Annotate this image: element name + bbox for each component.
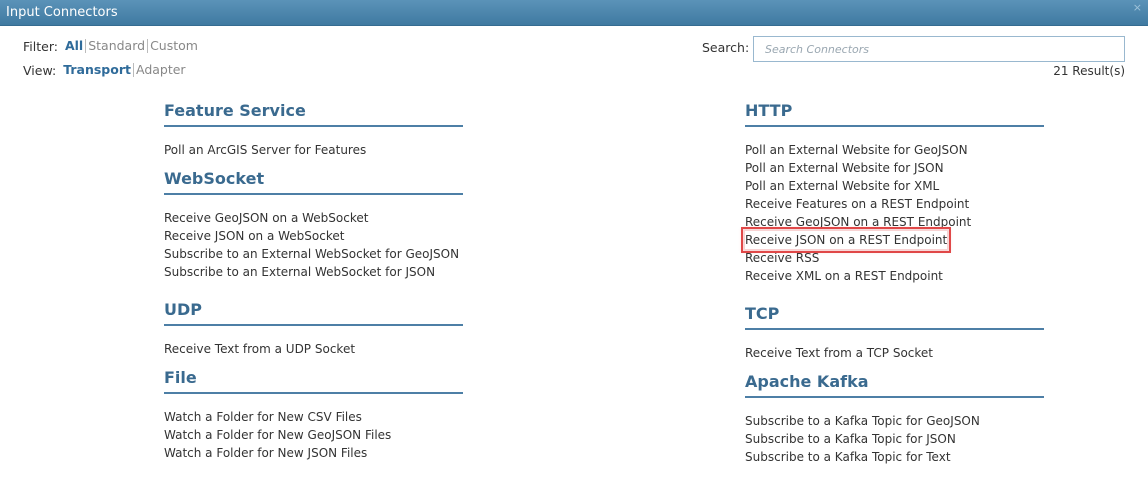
group-http: HTTP Poll an External Website for GeoJSO… [740,101,1065,285]
window-title: Input Connectors [6,5,118,20]
view-label: View: [23,62,57,78]
group-udp: UDP Receive Text from a UDP Socket [164,300,484,358]
group-apache-kafka: Apache Kafka Subscribe to a Kafka Topic … [745,372,1065,466]
search-label: Search: [702,40,750,55]
close-icon[interactable]: × [1133,1,1142,15]
connector-item[interactable]: Subscribe to a Kafka Topic for Text [745,448,951,466]
connector-item[interactable]: Receive RSS [745,249,819,267]
connector-item[interactable]: Poll an External Website for JSON [745,159,944,177]
group-items: Receive GeoJSON on a WebSocket Receive J… [164,209,484,281]
connector-item[interactable]: Poll an ArcGIS Server for Features [164,141,366,159]
connector-item[interactable]: Receive GeoJSON on a WebSocket [164,209,368,227]
group-feature-service: Feature Service Poll an ArcGIS Server fo… [164,101,484,159]
group-title: HTTP [745,101,1044,127]
group-items: Poll an External Website for GeoJSON Pol… [740,141,1065,285]
connector-item[interactable]: Receive Features on a REST Endpoint [745,195,969,213]
group-title: WebSocket [164,169,463,195]
filter-option-all[interactable]: All [63,39,85,53]
connector-item[interactable]: Subscribe to an External WebSocket for G… [164,245,459,263]
group-title: TCP [745,304,1044,330]
filter-label: Filter: [23,38,58,54]
group-file: File Watch a Folder for New CSV Files Wa… [164,368,484,462]
result-count: 21 Result(s) [1053,64,1125,78]
connector-column-left: Feature Service Poll an ArcGIS Server fo… [164,101,484,462]
connector-item[interactable]: Receive JSON on a WebSocket [164,227,344,245]
group-title: File [164,368,463,394]
search-input[interactable] [753,36,1125,62]
group-title: Apache Kafka [745,372,1044,398]
connector-item[interactable]: Receive XML on a REST Endpoint [745,267,943,285]
filter-option-custom[interactable]: Custom [147,39,200,53]
filter-option-standard[interactable]: Standard [85,39,147,53]
view-row: View: Transport Adapter [23,62,188,78]
connector-item[interactable]: Receive Text from a TCP Socket [745,344,933,362]
group-title: Feature Service [164,101,463,127]
connector-item[interactable]: Watch a Folder for New JSON Files [164,444,367,462]
connector-item[interactable]: Subscribe to a Kafka Topic for GeoJSON [745,412,980,430]
connector-item[interactable]: Subscribe to a Kafka Topic for JSON [745,430,956,448]
view-option-transport[interactable]: Transport [61,63,133,77]
connector-item[interactable]: Poll an External Website for XML [745,177,939,195]
connector-item[interactable]: Poll an External Website for GeoJSON [745,141,968,159]
group-websocket: WebSocket Receive GeoJSON on a WebSocket… [164,169,484,281]
connector-item[interactable]: Receive GeoJSON on a REST Endpoint [745,213,971,231]
window-titlebar: Input Connectors × [0,0,1148,26]
filter-row: Filter: All Standard Custom [23,38,200,54]
connector-item[interactable]: Watch a Folder for New GeoJSON Files [164,426,391,444]
connector-item[interactable]: Receive Text from a UDP Socket [164,340,355,358]
group-items: Subscribe to a Kafka Topic for GeoJSON S… [745,412,1065,466]
group-title: UDP [164,300,463,326]
group-items: Poll an ArcGIS Server for Features [164,141,484,159]
connector-item[interactable]: Subscribe to an External WebSocket for J… [164,263,435,281]
group-items: Receive Text from a UDP Socket [164,340,484,358]
group-tcp: TCP Receive Text from a TCP Socket [745,304,1065,362]
group-items: Watch a Folder for New CSV Files Watch a… [164,408,484,462]
connector-column-right: HTTP Poll an External Website for GeoJSO… [740,101,1065,466]
connector-item-highlighted[interactable]: Receive JSON on a REST Endpoint [740,227,952,253]
view-option-adapter[interactable]: Adapter [132,63,188,77]
group-items: Receive Text from a TCP Socket [745,344,1065,362]
connector-item[interactable]: Watch a Folder for New CSV Files [164,408,362,426]
